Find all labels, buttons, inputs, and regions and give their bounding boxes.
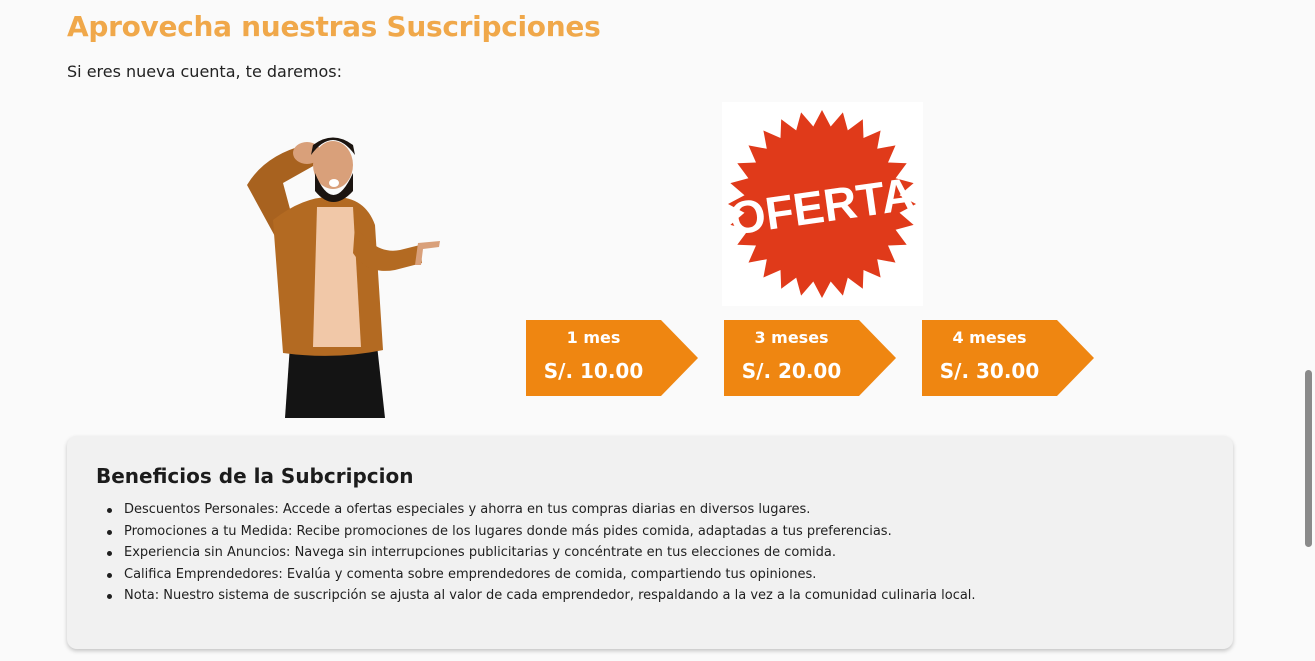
scrollbar-thumb[interactable]: [1305, 370, 1312, 547]
plan-duration: 3 meses: [754, 328, 829, 347]
benefits-title: Beneficios de la Subcripcion: [96, 464, 414, 488]
plan-duration: 1 mes: [566, 328, 621, 347]
benefits-list: Descuentos Personales: Accede a ofertas …: [107, 499, 976, 607]
plan-3-meses[interactable]: 3 meses S/. 20.00: [724, 320, 896, 396]
plan-1-mes[interactable]: 1 mes S/. 10.00: [526, 320, 698, 396]
list-item: Descuentos Personales: Accede a ofertas …: [107, 499, 976, 521]
list-item: Califica Emprendedores: Evalúa y comenta…: [107, 564, 976, 586]
plan-4-meses[interactable]: 4 meses S/. 30.00: [922, 320, 1094, 396]
person-pointing-image: [235, 125, 450, 420]
oferta-badge-image: OFERTA: [722, 102, 923, 306]
plan-price: S/. 20.00: [741, 359, 842, 383]
benefits-panel: Beneficios de la Subcripcion Descuentos …: [67, 436, 1233, 649]
vertical-scrollbar[interactable]: [1301, 0, 1315, 661]
plan-duration: 4 meses: [952, 328, 1027, 347]
list-item: Promociones a tu Medida: Recibe promocio…: [107, 521, 976, 543]
list-item: Nota: Nuestro sistema de suscripción se …: [107, 585, 976, 607]
plan-price: S/. 30.00: [939, 359, 1040, 383]
page-title: Aprovecha nuestras Suscripciones: [67, 10, 601, 43]
plan-price: S/. 10.00: [543, 359, 644, 383]
intro-text: Si eres nueva cuenta, te daremos:: [67, 62, 343, 81]
list-item: Experiencia sin Anuncios: Navega sin int…: [107, 542, 976, 564]
